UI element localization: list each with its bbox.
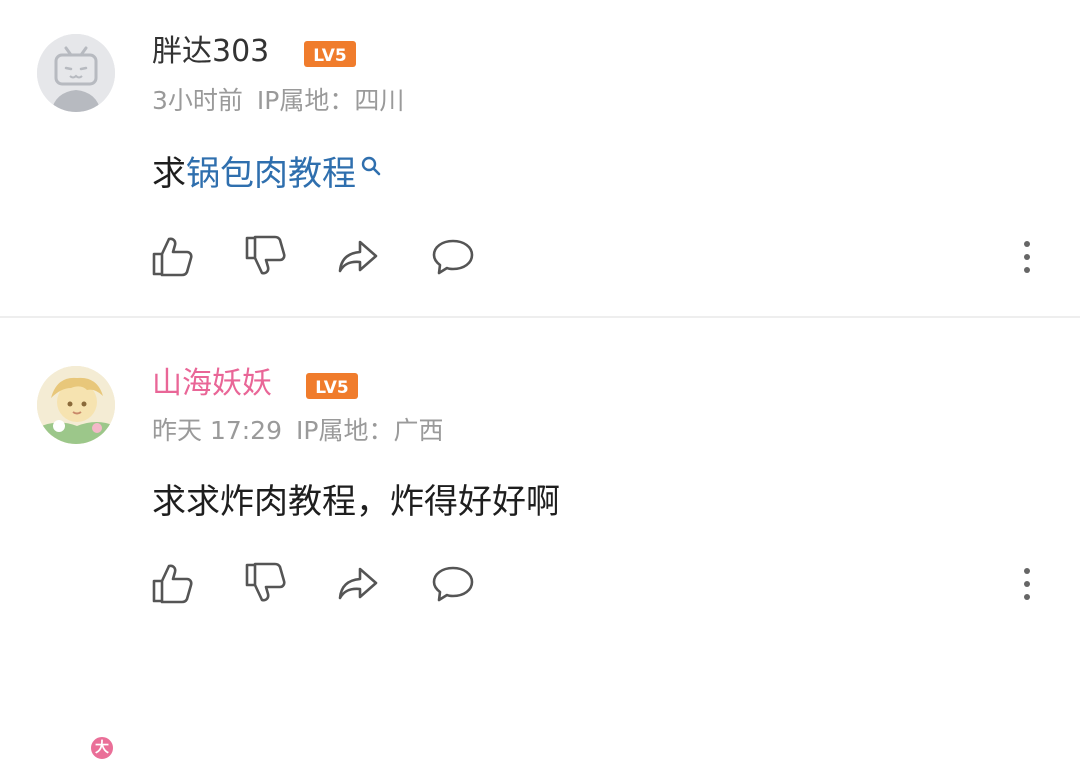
- tv-face-icon: [37, 34, 115, 112]
- search-link[interactable]: 锅包肉教程: [186, 154, 382, 194]
- level-badge-icon: LV5: [306, 373, 358, 399]
- avatar[interactable]: [37, 366, 115, 444]
- level-badge-label: LV5: [315, 378, 348, 398]
- comment-item: 大 山海妖妖 LV5 昨天 17:29 IP属地：广西 求求炸肉教程，炸得好好啊: [0, 316, 1080, 762]
- level-badge-icon: LV5: [304, 41, 356, 67]
- share-icon[interactable]: [336, 560, 382, 606]
- avatar[interactable]: [37, 34, 115, 112]
- comment-actions: [0, 560, 1080, 610]
- comment-meta: 3小时前 IP属地：四川: [152, 86, 404, 116]
- comment-text: 求求炸肉教程，炸得好好啊: [152, 482, 560, 522]
- search-icon: [361, 156, 381, 176]
- vip-badge: 大: [88, 734, 116, 762]
- thumb-up-icon[interactable]: [150, 560, 196, 606]
- comment-text-prefix: 求: [152, 154, 186, 194]
- reply-icon[interactable]: [430, 560, 476, 606]
- username[interactable]: 山海妖妖: [152, 366, 272, 402]
- more-icon[interactable]: [1016, 560, 1038, 606]
- reply-icon[interactable]: [430, 233, 476, 279]
- thumb-down-icon[interactable]: [243, 560, 289, 606]
- more-icon[interactable]: [1016, 233, 1038, 279]
- username[interactable]: 胖达303: [152, 34, 269, 70]
- share-icon[interactable]: [336, 233, 382, 279]
- ip-location: IP属地：四川: [256, 86, 405, 115]
- thumb-up-icon[interactable]: [150, 233, 196, 279]
- level-badge-label: LV5: [313, 46, 346, 66]
- ip-location: IP属地：广西: [296, 416, 444, 445]
- anime-avatar-icon: [37, 366, 115, 444]
- search-link-label: 锅包肉教程: [186, 154, 356, 194]
- comment-text: 求锅包肉教程: [152, 153, 382, 195]
- comment-meta: 昨天 17:29 IP属地：广西: [152, 416, 443, 446]
- thumb-down-icon[interactable]: [243, 233, 289, 279]
- comment-actions: [0, 233, 1080, 283]
- comment-time: 昨天 17:29: [152, 416, 282, 445]
- comment-time: 3小时前: [152, 86, 243, 115]
- comment-item: 胖达303 LV5 3小时前 IP属地：四川 求锅包肉教程: [0, 0, 1080, 316]
